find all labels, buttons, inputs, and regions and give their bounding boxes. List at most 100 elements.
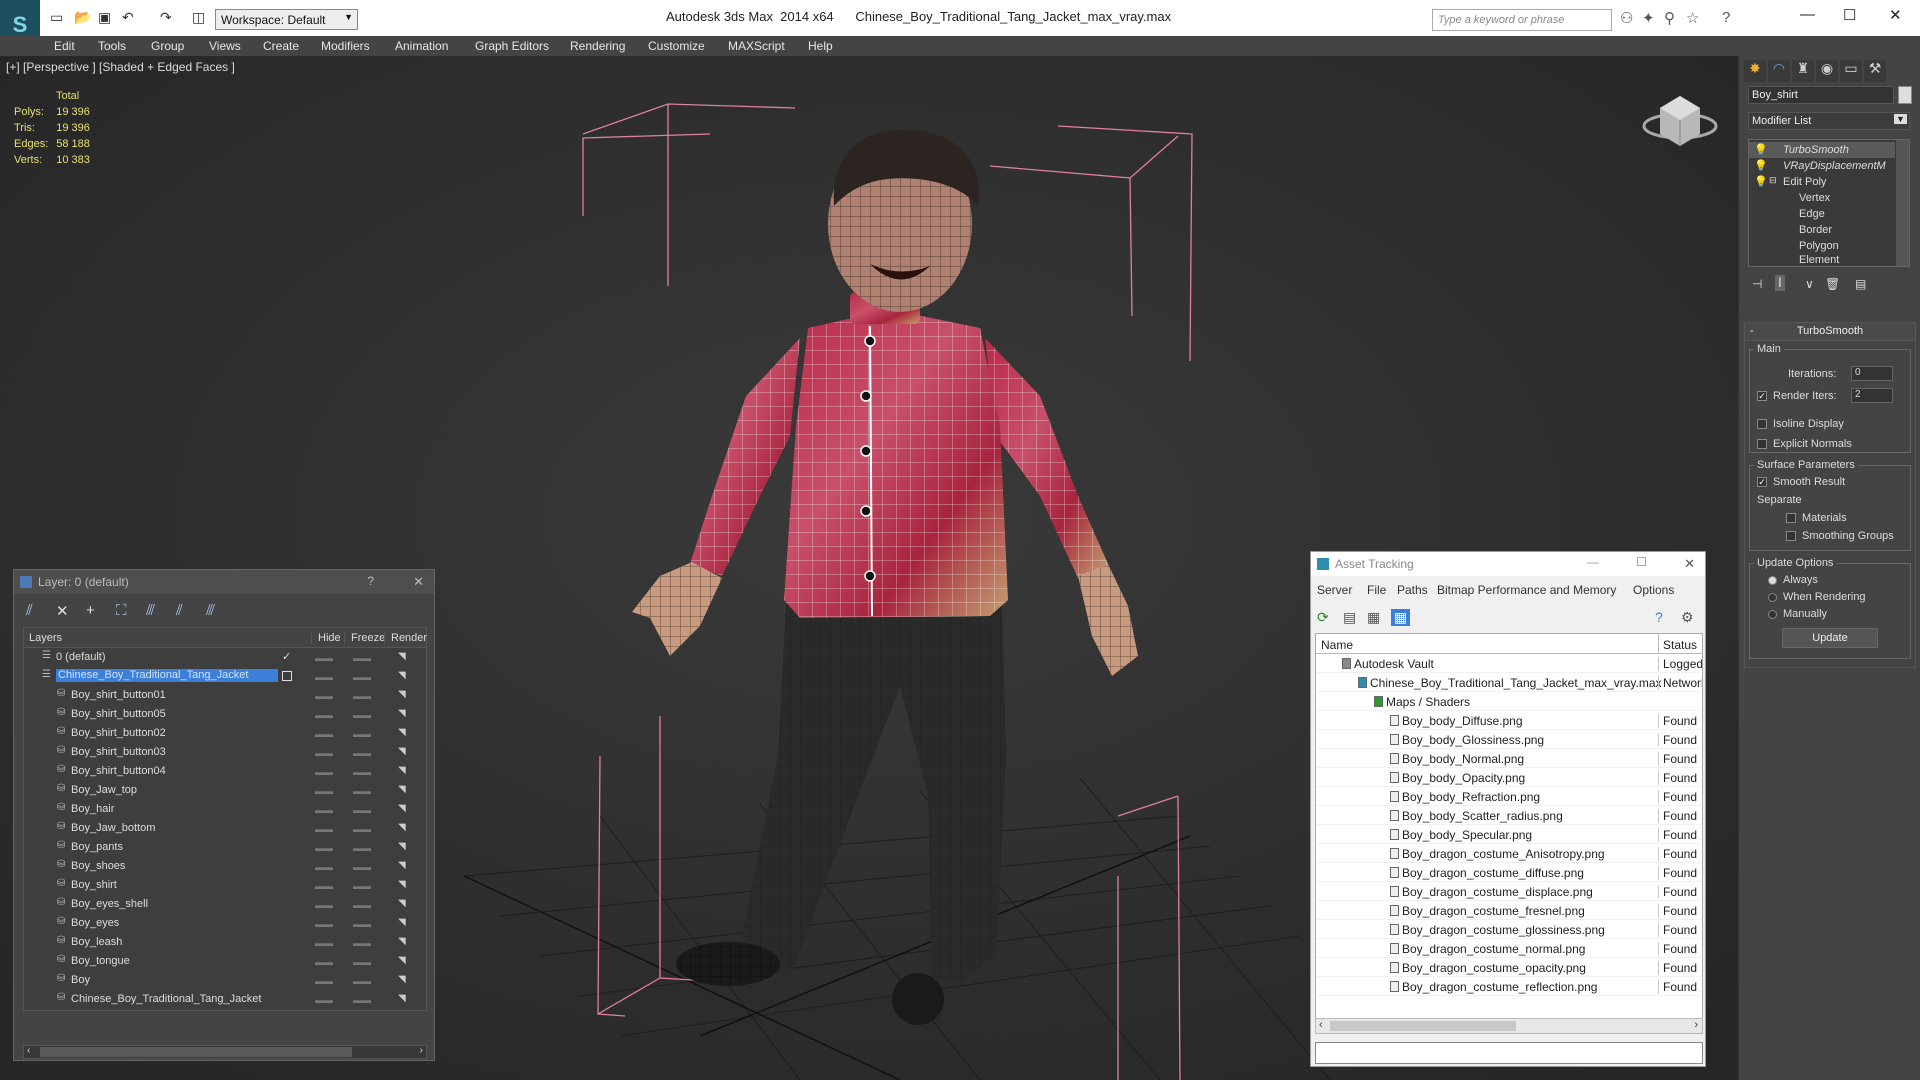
layer-row[interactable]: ⛁ Boy_eyes_shell ▬▬ ▬▬ ◥: [24, 895, 426, 914]
maximize-button[interactable]: ☐: [1843, 6, 1856, 24]
close-icon[interactable]: ✕: [1684, 556, 1695, 572]
name-column-header[interactable]: Name: [1321, 638, 1353, 652]
freeze-toggle[interactable]: ▬▬: [353, 729, 371, 739]
new-layer-icon[interactable]: ⫽: [26, 602, 33, 619]
asset-row[interactable]: Boy_body_Scatter_radius.png Found: [1316, 806, 1702, 825]
update-button[interactable]: Update: [1782, 628, 1878, 648]
asset-list[interactable]: Name Status Autodesk Vault Logged Out Chin…: [1315, 633, 1703, 1023]
redo-icon[interactable]: ↷: [160, 9, 172, 26]
layer-row[interactable]: ⛁ Boy_shirt_button05 ▬▬ ▬▬ ◥: [24, 705, 426, 724]
render-teapot-icon[interactable]: ◥: [398, 784, 406, 795]
asset-row[interactable]: Boy_dragon_costume_Anisotropy.png Found: [1316, 844, 1702, 863]
freeze-toggle[interactable]: ▬▬: [353, 976, 371, 986]
hide-toggle[interactable]: ▬▬: [315, 805, 333, 815]
render-teapot-icon[interactable]: ◥: [398, 860, 406, 871]
hide-toggle[interactable]: ▬▬: [315, 710, 333, 720]
freeze-column-header[interactable]: Freeze: [344, 632, 385, 644]
highlight-layer-icon[interactable]: ⫻: [146, 602, 155, 619]
workspace-dropdown[interactable]: Workspace: Default ▼: [215, 9, 358, 30]
project-folder-icon[interactable]: ◫: [192, 9, 205, 26]
freeze-toggle[interactable]: ▬▬: [353, 805, 371, 815]
freeze-toggle[interactable]: ▬▬: [353, 862, 371, 872]
freeze-toggle[interactable]: ▬▬: [353, 824, 371, 834]
explicit-normals-checkbox[interactable]: Explicit Normals: [1757, 438, 1852, 450]
asset-row[interactable]: Boy_body_Normal.png Found: [1316, 749, 1702, 768]
layer-window-title[interactable]: Layer: 0 (default) ? ✕: [14, 570, 434, 594]
hide-toggle[interactable]: ▬▬: [315, 995, 333, 1005]
asset-menu-bitmap-performance[interactable]: Bitmap Performance and Memory: [1437, 583, 1616, 597]
minimize-icon[interactable]: —: [1587, 555, 1599, 569]
render-teapot-icon[interactable]: ◥: [398, 879, 406, 890]
binoculars-icon[interactable]: ⚇: [1620, 9, 1633, 27]
layer-row[interactable]: ☰ 0 (default) ▬▬ ▬▬ ◥ ✓: [24, 648, 426, 667]
layer-horizontal-scrollbar[interactable]: ‹ ›: [23, 1045, 427, 1059]
thumbnail-view-icon[interactable]: ▦: [1367, 609, 1380, 626]
object-name-field[interactable]: Boy_shirt: [1748, 86, 1894, 104]
hide-all-icon[interactable]: ⫽: [176, 602, 183, 619]
hide-column-header[interactable]: Hide: [311, 632, 341, 644]
render-teapot-icon[interactable]: ◥: [398, 708, 406, 719]
subobject-element[interactable]: Element: [1749, 252, 1895, 268]
asset-row[interactable]: Boy_body_Opacity.png Found: [1316, 768, 1702, 787]
layer-row[interactable]: ⛁ Boy_eyes ▬▬ ▬▬ ◥: [24, 914, 426, 933]
menu-customize[interactable]: Customize: [648, 39, 705, 53]
asset-row[interactable]: Boy_body_Diffuse.png Found: [1316, 711, 1702, 730]
menu-graph-editors[interactable]: Graph Editors: [475, 39, 549, 53]
motion-tab-icon[interactable]: ◉: [1816, 60, 1838, 82]
render-teapot-icon[interactable]: ◥: [398, 803, 406, 814]
layer-row[interactable]: ⛁ Boy_Jaw_top ▬▬ ▬▬ ◥: [24, 781, 426, 800]
layer-row[interactable]: ⛁ Boy_shirt_button02 ▬▬ ▬▬ ◥: [24, 724, 426, 743]
layer-row[interactable]: ⛁ Boy_shirt_button04 ▬▬ ▬▬ ◥: [24, 762, 426, 781]
asset-row[interactable]: Boy_body_Specular.png Found: [1316, 825, 1702, 844]
collapse-icon[interactable]: ⊟: [1769, 175, 1777, 186]
settings-icon[interactable]: ⚙: [1681, 609, 1694, 626]
asset-menu-options[interactable]: Options: [1633, 583, 1674, 597]
render-teapot-icon[interactable]: ◥: [398, 841, 406, 852]
hide-toggle[interactable]: ▬▬: [315, 919, 333, 929]
layer-list[interactable]: Layers Hide Freeze Render ☰ 0 (default) ▬▬…: [23, 627, 427, 1011]
hide-toggle[interactable]: ▬▬: [315, 786, 333, 796]
status-column-header[interactable]: Status: [1658, 634, 1697, 654]
scroll-left-icon[interactable]: ‹: [1319, 1019, 1323, 1031]
show-end-result-icon[interactable]: Ⅰ: [1775, 275, 1785, 291]
freeze-all-icon[interactable]: ⫻: [206, 602, 215, 619]
stack-item-editpoly[interactable]: 💡 ⊟ Edit Poly: [1749, 174, 1895, 190]
viewport-label[interactable]: [+] [Perspective ] [Shaded + Edged Faces…: [6, 60, 235, 74]
freeze-toggle[interactable]: ▬▬: [353, 919, 371, 929]
freeze-toggle[interactable]: ▬▬: [353, 843, 371, 853]
materials-checkbox[interactable]: Materials: [1786, 512, 1847, 524]
hide-toggle[interactable]: ▬▬: [315, 824, 333, 834]
scroll-right-icon[interactable]: ›: [1694, 1019, 1698, 1031]
freeze-toggle[interactable]: ▬▬: [353, 957, 371, 967]
menu-maxscript[interactable]: MAXScript: [728, 39, 785, 53]
scrollbar-thumb[interactable]: [1330, 1021, 1516, 1031]
render-teapot-icon[interactable]: ◥: [398, 822, 406, 833]
freeze-toggle[interactable]: ▬▬: [353, 938, 371, 948]
help-icon[interactable]: ?: [367, 574, 374, 588]
remove-modifier-icon[interactable]: 🗑: [1825, 277, 1840, 291]
configure-sets-icon[interactable]: ▤: [1855, 277, 1866, 291]
render-iters-spinner[interactable]: 2: [1851, 388, 1893, 403]
menu-edit[interactable]: Edit: [54, 39, 75, 53]
make-unique-icon[interactable]: ∨: [1805, 277, 1814, 291]
subobject-border[interactable]: Border: [1749, 222, 1895, 238]
lightbulb-icon[interactable]: 💡: [1754, 175, 1768, 188]
delete-layer-icon[interactable]: ✕: [56, 602, 69, 620]
lightbulb-icon[interactable]: 💡: [1754, 159, 1768, 172]
render-teapot-icon[interactable]: ◥: [398, 898, 406, 909]
render-teapot-icon[interactable]: ◥: [398, 670, 406, 681]
render-column-header[interactable]: Render: [384, 632, 427, 644]
maximize-icon[interactable]: ☐: [1636, 555, 1647, 569]
new-file-icon[interactable]: ▭: [50, 9, 63, 26]
update-manually-radio[interactable]: Manually: [1768, 608, 1827, 620]
asset-row[interactable]: Boy_dragon_costume_glossiness.png Found: [1316, 920, 1702, 939]
menu-tools[interactable]: Tools: [98, 39, 126, 53]
hide-toggle[interactable]: ▬▬: [315, 767, 333, 777]
tools-icon[interactable]: ✦: [1642, 9, 1655, 27]
asset-row[interactable]: Boy_body_Refraction.png Found: [1316, 787, 1702, 806]
display-tab-icon[interactable]: ▭: [1840, 60, 1862, 82]
help-icon[interactable]: ?: [1655, 609, 1663, 625]
pin-stack-icon[interactable]: ⊣: [1752, 277, 1762, 291]
scroll-left-icon[interactable]: ‹: [27, 1045, 30, 1056]
help-icon[interactable]: ?: [1722, 9, 1730, 26]
